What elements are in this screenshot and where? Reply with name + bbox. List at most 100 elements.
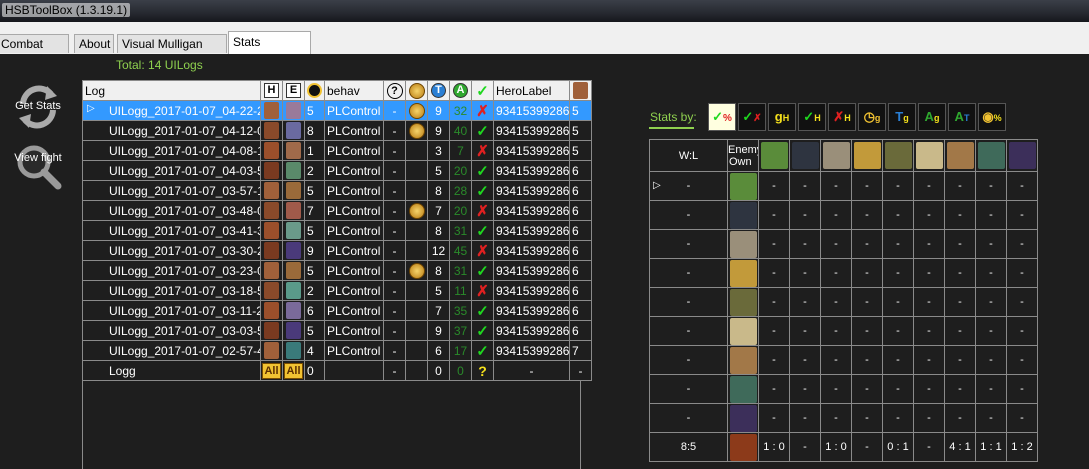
header-log[interactable]: Log [82, 80, 261, 101]
matrix-cell[interactable]: - [882, 403, 914, 433]
matrix-cell[interactable]: - [913, 229, 945, 259]
matrix-row[interactable]: ----------- [649, 287, 1038, 317]
matrix-cell[interactable]: - [820, 403, 852, 433]
a-avg-filter-button[interactable]: Ag [918, 103, 946, 131]
matrix-cell[interactable]: - [851, 374, 883, 404]
win-pct-filter-button[interactable]: ✓% [708, 103, 736, 131]
matrix-cell[interactable]: - [882, 316, 914, 346]
enemy-hero-column-header[interactable] [851, 139, 883, 172]
matrix-cell[interactable]: - [975, 316, 1007, 346]
header-herolabel[interactable]: HeroLabel [493, 80, 570, 101]
matrix-cell[interactable]: - [975, 403, 1007, 433]
matrix-cell[interactable]: - [913, 374, 945, 404]
header-turns[interactable] [304, 80, 325, 101]
matrix-row[interactable]: ----------- [649, 345, 1038, 375]
matrix-row[interactable]: ----------- [649, 316, 1038, 346]
t-avg-filter-button[interactable]: Tg [888, 103, 916, 131]
matrix-cell[interactable]: - [820, 258, 852, 288]
matrix-cell[interactable]: - [758, 345, 790, 375]
log-row[interactable]: UILogg_2017-01-07_04-22-28 ▷ 5 PLControl -9 3… [82, 100, 592, 121]
matrix-cell[interactable]: - [913, 200, 945, 230]
matrix-cell[interactable]: - [851, 316, 883, 346]
own-hero-row-header[interactable] [727, 345, 759, 375]
log-row[interactable]: UILogg_2017-01-07_03-30-24 9 PLControl -12 4… [82, 240, 592, 261]
matrix-cell[interactable]: - [789, 345, 821, 375]
matrix-cell[interactable]: - [1006, 316, 1038, 346]
matrix-cell[interactable]: - [882, 374, 914, 404]
header-hero[interactable] [569, 80, 592, 101]
matrix-cell[interactable]: - [789, 287, 821, 317]
log-row[interactable]: UILogg_2017-01-07_03-41-35 5 PLControl -8 31… [82, 220, 592, 241]
own-hero-row-header[interactable] [727, 316, 759, 346]
footer-e[interactable]: All [282, 360, 305, 381]
header-behav[interactable]: behav [324, 80, 384, 101]
matrix-cell[interactable]: - [944, 200, 976, 230]
matrix-cell[interactable]: - [758, 229, 790, 259]
log-row[interactable]: UILogg_2017-01-07_04-12-06 8 PLControl -9 40… [82, 120, 592, 141]
tab-combat-viewer[interactable]: Combat Viewer [0, 34, 69, 70]
header-a[interactable]: A [449, 80, 472, 101]
matrix-cell[interactable]: - [975, 200, 1007, 230]
matrix-row[interactable]: ----------- [649, 200, 1038, 230]
log-row[interactable]: UILogg_2017-01-07_04-03-59 2 PLControl -5 20… [82, 160, 592, 181]
log-row[interactable]: UILogg_2017-01-07_04-08-11 1 PLControl -3 7 ✗… [82, 140, 592, 161]
coin-pct-filter-button[interactable]: ◉% [978, 103, 1006, 131]
matrix-cell[interactable]: - [820, 374, 852, 404]
matrix-cell[interactable]: - [789, 316, 821, 346]
enemy-hero-column-header[interactable] [820, 139, 852, 172]
matrix-cell[interactable]: - [944, 374, 976, 404]
matrix-cell[interactable]: - [758, 258, 790, 288]
enemy-hero-column-header[interactable] [789, 139, 821, 172]
total-cell[interactable]: 1 : 1 [975, 432, 1007, 462]
matrix-cell[interactable]: - [789, 374, 821, 404]
matrix-cell[interactable]: - [913, 345, 945, 375]
matrix-cell[interactable]: - [789, 258, 821, 288]
matrix-cell[interactable]: - [975, 171, 1007, 201]
matrix-row[interactable]: ----------- [649, 229, 1038, 259]
matrix-cell[interactable]: - [820, 345, 852, 375]
matrix-cell[interactable]: - [913, 316, 945, 346]
matrix-cell[interactable]: - [789, 200, 821, 230]
matrix-cell[interactable]: - [975, 374, 1007, 404]
matrix-cell[interactable]: - [944, 229, 976, 259]
total-cell[interactable]: 4 : 1 [944, 432, 976, 462]
own-hero-row-header[interactable] [727, 171, 759, 201]
total-cell[interactable]: 0 : 1 [882, 432, 914, 462]
matrix-cell[interactable]: - [1006, 345, 1038, 375]
get-stats-button[interactable]: Get Stats [10, 82, 66, 130]
total-cell[interactable]: 1 : 0 [820, 432, 852, 462]
enemy-hero-column-header[interactable] [913, 139, 945, 172]
wins-by-hero-filter-button[interactable]: ✓H [798, 103, 826, 131]
matrix-cell[interactable]: - [882, 345, 914, 375]
matrix-cell[interactable]: - [1006, 287, 1038, 317]
matrix-cell[interactable]: - [944, 287, 976, 317]
matrix-cell[interactable]: - [851, 258, 883, 288]
matrix-cell[interactable]: - [758, 287, 790, 317]
matrix-cell[interactable]: - [882, 229, 914, 259]
matrix-cell[interactable]: - [944, 258, 976, 288]
matrix-cell[interactable]: - [758, 403, 790, 433]
header-question[interactable]: ? [383, 80, 406, 101]
own-hero-row-header[interactable] [727, 403, 759, 433]
matrix-cell[interactable]: - [851, 403, 883, 433]
matrix-cell[interactable]: - [913, 171, 945, 201]
matrix-cell[interactable]: - [851, 287, 883, 317]
view-fight-button[interactable]: View fight [10, 140, 66, 192]
own-hero-row-header[interactable] [727, 229, 759, 259]
matrix-cell[interactable]: - [1006, 229, 1038, 259]
log-row[interactable]: UILogg_2017-01-07_03-57-16 5 PLControl -8 28… [82, 180, 592, 201]
own-hero-row-header[interactable] [727, 287, 759, 317]
total-cell[interactable]: 1 : 2 [1006, 432, 1038, 462]
matrix-row[interactable]: ----------- [649, 258, 1038, 288]
header-coin[interactable] [405, 80, 428, 101]
matrix-cell[interactable]: - [1006, 200, 1038, 230]
matrix-cell[interactable]: - [882, 171, 914, 201]
turns-avg-filter-button[interactable]: ◷g [858, 103, 886, 131]
matrix-cell[interactable]: - [882, 200, 914, 230]
matrix-cell[interactable]: - [851, 171, 883, 201]
matrix-cell[interactable]: - [851, 345, 883, 375]
tab-visual-mulligan-editor[interactable]: Visual Mulligan Editor [117, 34, 227, 70]
matrix-cell[interactable]: - [882, 258, 914, 288]
win-count-filter-button[interactable]: ✓✗ [738, 103, 766, 131]
games-by-hero-filter-button[interactable]: gH [768, 103, 796, 131]
